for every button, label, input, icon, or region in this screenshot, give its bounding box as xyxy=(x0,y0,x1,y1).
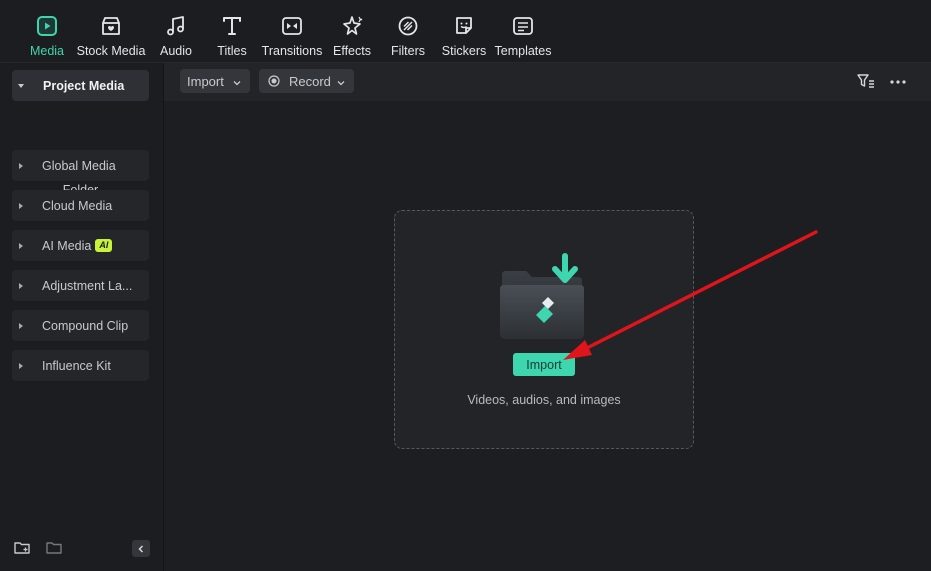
music-note-icon xyxy=(164,14,188,38)
caret-right-icon xyxy=(19,162,23,169)
caret-right-icon xyxy=(19,242,23,249)
caret-right-icon xyxy=(19,202,23,209)
stock-media-icon xyxy=(99,14,123,38)
caret-right-icon xyxy=(19,282,23,289)
sidebar-item-label: Compound Clip xyxy=(42,318,129,333)
ai-badge: AI xyxy=(95,239,113,252)
more-horizontal-icon[interactable] xyxy=(888,72,908,92)
drop-zone-hint: Videos, audios, and images xyxy=(467,393,621,407)
tab-label: Audio xyxy=(160,44,192,58)
media-toolbar: Import Record xyxy=(164,63,931,101)
sidebar-item-cloud-media[interactable]: Cloud Media xyxy=(12,190,149,221)
import-dropdown[interactable]: Import xyxy=(180,69,250,93)
new-folder-icon[interactable] xyxy=(13,539,31,557)
caret-down-icon xyxy=(18,83,24,88)
chevron-down-icon xyxy=(336,76,346,86)
tab-transitions[interactable]: Transitions xyxy=(262,8,322,58)
tab-filters[interactable]: Filters xyxy=(390,8,426,58)
tab-label: Transitions xyxy=(261,44,323,58)
sidebar-item-label: Influence Kit xyxy=(42,358,111,373)
tab-media[interactable]: Media xyxy=(28,8,66,58)
filter-list-icon[interactable] xyxy=(856,72,876,92)
sidebar-item-label: Global Media xyxy=(42,158,116,173)
caret-right-icon xyxy=(19,322,23,329)
filters-icon xyxy=(396,14,420,38)
tab-label: Effects xyxy=(333,44,371,58)
caret-right-icon xyxy=(19,362,23,369)
tab-label: Stock Media xyxy=(76,44,146,58)
tab-stock-media[interactable]: Stock Media xyxy=(76,8,146,58)
tab-templates[interactable]: Templates xyxy=(494,8,552,58)
templates-icon xyxy=(511,14,535,38)
sidebar-item-label: Adjustment La... xyxy=(42,278,133,293)
sticker-icon xyxy=(452,14,476,38)
sidebar-item-ai-media[interactable]: AI Media AI xyxy=(12,230,149,261)
sidebar-footer xyxy=(13,539,153,559)
record-dropdown[interactable]: Record xyxy=(259,69,354,93)
sidebar-item-label: Cloud Media xyxy=(42,198,113,213)
tab-label: Media xyxy=(29,44,65,58)
tab-stickers[interactable]: Stickers xyxy=(441,8,487,58)
tab-label: Stickers xyxy=(441,44,487,58)
transitions-icon xyxy=(280,14,304,38)
tab-audio[interactable]: Audio xyxy=(159,8,193,58)
tab-titles[interactable]: Titles xyxy=(216,8,248,58)
tab-label: Filters xyxy=(390,44,426,58)
chevron-down-icon xyxy=(232,76,242,86)
tab-label: Titles xyxy=(217,44,247,58)
tab-label: Templates xyxy=(494,44,552,58)
sidebar-item-global-media[interactable]: Global Media xyxy=(12,150,149,181)
record-dropdown-label: Record xyxy=(289,73,331,89)
record-icon xyxy=(268,75,280,87)
folder-outline-icon[interactable] xyxy=(45,539,63,557)
collapse-left-icon[interactable] xyxy=(132,540,150,557)
text-t-icon xyxy=(220,14,244,38)
import-dropdown-label: Import xyxy=(187,73,224,89)
sidebar-item-influence-kit[interactable]: Influence Kit xyxy=(12,350,149,381)
media-tab-bar: Media Stock Media Audio Titles Transitio… xyxy=(0,0,931,63)
media-sidebar: Project Media Folder Global Media Cloud … xyxy=(0,63,164,571)
sidebar-item-compound-clip[interactable]: Compound Clip xyxy=(12,310,149,341)
sidebar-item-adjustment-layer[interactable]: Adjustment La... xyxy=(12,270,149,301)
sidebar-item-label: Project Media xyxy=(43,78,125,93)
sidebar-item-project-media[interactable]: Project Media xyxy=(12,70,149,101)
media-icon xyxy=(35,14,59,38)
media-library-panel: Import Record Import Videos, audios, and… xyxy=(164,63,931,571)
sidebar-item-label: AI Media xyxy=(42,238,92,253)
tab-effects[interactable]: Effects xyxy=(333,8,371,58)
folder-import-icon xyxy=(500,253,584,339)
effects-sparkle-icon xyxy=(340,14,364,38)
import-button[interactable]: Import xyxy=(513,353,575,376)
